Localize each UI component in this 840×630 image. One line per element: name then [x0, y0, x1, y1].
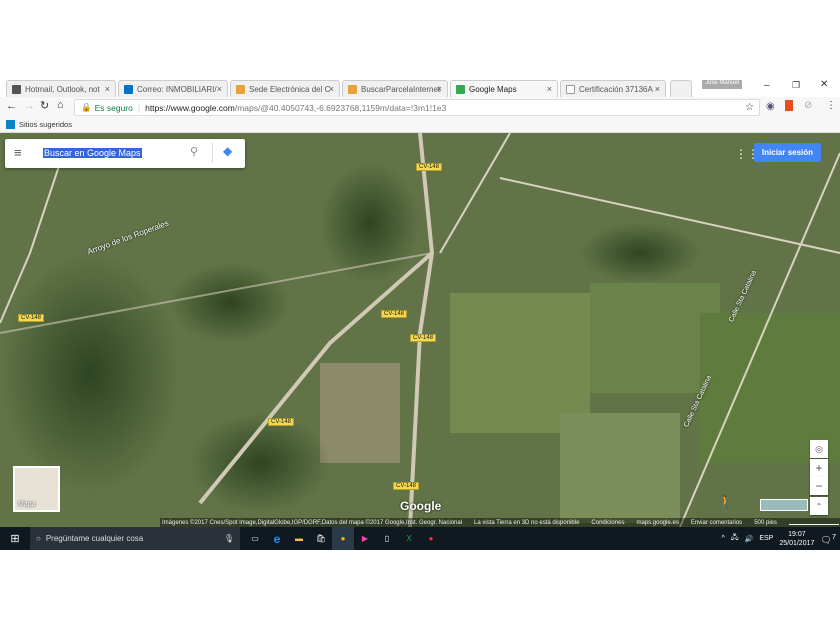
forward-button[interactable]: →	[24, 100, 35, 112]
bookmarks-bar: Sitios sugeridos	[0, 117, 840, 133]
show-hidden-icons[interactable]: ^	[722, 535, 725, 542]
start-button[interactable]: ⊞	[0, 527, 30, 550]
scale-bar[interactable]: 500 pies	[754, 520, 777, 526]
google-logo: Google	[400, 499, 442, 513]
back-button[interactable]: ←	[6, 100, 17, 112]
road-shield: CV-148	[416, 163, 443, 171]
catastro-icon	[236, 84, 245, 94]
map-canvas[interactable]: CV-148 CV-148 CV-148 CV-148 CV-148 CV-14…	[0, 133, 840, 527]
search-icon[interactable]: ⚲	[190, 145, 198, 158]
pegman-icon[interactable]: 🚶	[718, 495, 733, 509]
sign-in-button[interactable]: Iniciar sesión	[754, 143, 821, 162]
search-box[interactable]: ≡ Buscar en Google Maps ⚲ ◆	[5, 139, 245, 168]
menu-icon[interactable]: ⋮	[826, 100, 836, 111]
tab-buscarparcela[interactable]: BuscarParcelaInternet ×	[342, 80, 448, 97]
hamburger-menu-icon[interactable]: ≡	[14, 145, 22, 160]
satellite-imagery	[0, 133, 840, 527]
bookmark-star-icon[interactable]: ☆	[745, 102, 754, 113]
clock[interactable]: 19:07 25/01/2017	[779, 530, 814, 548]
lock-icon: 🔒	[81, 102, 92, 112]
cortana-icon: ○	[36, 534, 41, 543]
outlook-mail-icon	[124, 84, 133, 94]
close-icon[interactable]: ×	[547, 84, 552, 94]
close-icon[interactable]: ×	[437, 84, 442, 94]
map-attribution: Imágenes ©2017 Cnes/Spot Image,DigitalGl…	[160, 518, 840, 527]
expand-button[interactable]: ⌃	[810, 497, 828, 515]
new-tab-button[interactable]	[670, 80, 692, 97]
taskbar: ⊞ ○ Pregúntame cualquier cosa 🎙 ▭ e ▬ 🛍 …	[0, 527, 840, 550]
profile-button[interactable]: Jose Manuel	[702, 80, 743, 89]
store-icon[interactable]: 🛍	[310, 527, 332, 550]
app-icon[interactable]: ●	[420, 527, 442, 550]
imagery-thumbnails[interactable]	[760, 499, 808, 511]
google-maps-icon	[456, 84, 465, 94]
road-shield: CV-148	[393, 482, 420, 490]
document-icon[interactable]: ▯	[376, 527, 398, 550]
home-button[interactable]: ⌂	[57, 99, 64, 111]
network-icon[interactable]: 🖧	[731, 533, 739, 544]
outlook-icon	[12, 84, 21, 94]
tab-sede[interactable]: Sede Electrónica del C ×	[230, 80, 340, 97]
close-icon[interactable]: ×	[329, 84, 334, 94]
feedback-link[interactable]: Enviar comentarios	[691, 520, 742, 526]
map-layer-toggle[interactable]: Mapa	[13, 466, 60, 512]
reload-button[interactable]: ↻	[40, 99, 49, 112]
edge-icon[interactable]: e	[266, 527, 288, 550]
directions-icon[interactable]: ◆	[223, 144, 232, 158]
tab-bar: Hotmail, Outlook, not × Correo: INMOBILIA…	[0, 78, 840, 97]
office-icon[interactable]	[785, 100, 793, 111]
tab-google-maps[interactable]: Google Maps ×	[450, 80, 558, 97]
file-explorer-icon[interactable]: ▬	[288, 527, 310, 550]
close-icon[interactable]: ×	[655, 84, 660, 94]
road-shield: CV-148	[18, 314, 45, 322]
catastro-icon	[348, 84, 357, 94]
language-indicator[interactable]: ESP	[759, 535, 773, 542]
close-icon[interactable]: ×	[217, 84, 222, 94]
close-window-button[interactable]: ✕	[820, 79, 828, 90]
tab-hotmail[interactable]: Hotmail, Outlook, not ×	[6, 80, 116, 97]
excel-icon[interactable]: X	[398, 527, 420, 550]
maps-link[interactable]: maps.google.es	[636, 520, 678, 526]
tab-certificacion[interactable]: Certificación 37136A ×	[560, 80, 666, 97]
bookmark-sitios-sugeridos[interactable]: Sitios sugeridos	[19, 120, 72, 129]
search-input[interactable]: Buscar en Google Maps	[43, 148, 142, 158]
close-icon[interactable]: ×	[105, 84, 110, 94]
zoom-in-button[interactable]: +	[810, 459, 828, 477]
tab-correo[interactable]: Correo: INMOBILIARI/×	[118, 80, 228, 97]
minimize-button[interactable]: –	[764, 80, 770, 91]
terms-link[interactable]: Condiciones	[591, 520, 624, 526]
document-icon	[566, 84, 575, 94]
maximize-button[interactable]: ❐	[792, 80, 800, 91]
chrome-icon[interactable]: ●	[332, 527, 354, 550]
volume-icon[interactable]: 🔊	[745, 535, 754, 543]
road-shield: CV-148	[410, 334, 437, 342]
microphone-icon[interactable]: 🎙	[224, 534, 234, 543]
notifications-icon[interactable]: 🗨7	[820, 532, 836, 546]
media-player-icon[interactable]: ▶	[354, 527, 376, 550]
bing-icon	[6, 120, 15, 129]
scale-line	[788, 520, 839, 525]
extension-icon[interactable]: ⊘	[804, 100, 812, 111]
extension-eye-icon[interactable]: ◉	[766, 101, 775, 112]
zoom-out-button[interactable]: −	[810, 477, 828, 495]
road-shield: CV-148	[381, 310, 408, 318]
address-bar[interactable]: 🔒 Es seguro | https://www.google.com/map…	[74, 99, 760, 116]
my-location-button[interactable]: ◎	[810, 440, 828, 458]
road-shield: CV-148	[268, 418, 295, 426]
cortana-search[interactable]: ○ Pregúntame cualquier cosa 🎙	[30, 527, 240, 550]
task-view-icon[interactable]: ▭	[244, 527, 266, 550]
